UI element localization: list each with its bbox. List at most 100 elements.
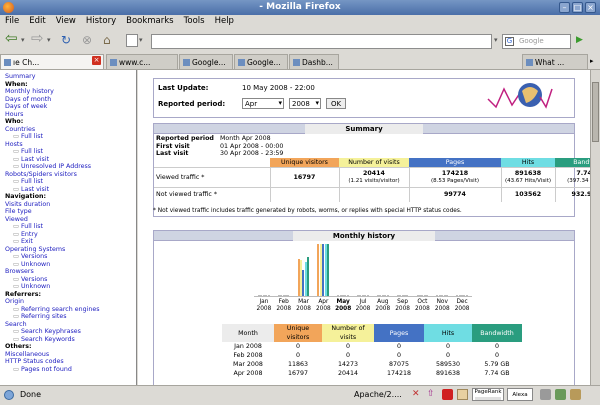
chart-month-label: Mar 2008 xyxy=(294,299,314,313)
month-select[interactable]: Apr ▾ xyxy=(242,98,284,109)
tab-label: Dashb... xyxy=(302,58,333,67)
menu-history[interactable]: History xyxy=(81,15,121,27)
url-dropdown-icon[interactable]: ▾ xyxy=(494,33,498,47)
sidebar-link[interactable]: Hours xyxy=(5,111,136,119)
sidebar-link[interactable]: ▭ Full list xyxy=(5,148,136,156)
sidebar-link[interactable]: ▭ Search Keywords xyxy=(5,336,136,344)
sidebar-link[interactable]: ▭ Search Keyphrases xyxy=(5,328,136,336)
sidebar-link[interactable]: ▭ Referring search engines xyxy=(5,306,136,314)
tab-3[interactable]: Google... xyxy=(179,54,233,69)
sidebar-link[interactable]: ▭ Last visit xyxy=(5,156,136,164)
chart-month-label: Oct 2008 xyxy=(413,299,433,313)
status-addon-icon-3[interactable] xyxy=(570,389,581,400)
sidebar-link[interactable]: ▭ Exit xyxy=(5,238,136,246)
sidebar-link[interactable]: Browsers xyxy=(5,268,136,276)
sidebar-link[interactable]: ▭ Unknown xyxy=(5,283,136,291)
sidebar-link[interactable]: Days of month xyxy=(5,96,136,104)
sidebar-link[interactable]: ▭ Entry xyxy=(5,231,136,239)
summary-period-row: First visit 01 Apr 2008 - 00:00 xyxy=(156,143,574,151)
menu-bookmarks[interactable]: Bookmarks xyxy=(121,15,179,27)
tab-close-icon[interactable]: × xyxy=(92,56,101,65)
home-icon[interactable]: ⌂ xyxy=(103,33,111,47)
sidebar-link[interactable]: ▭ Referring sites xyxy=(5,313,136,321)
vertical-scrollbar[interactable] xyxy=(590,70,600,385)
menu-view[interactable]: View xyxy=(51,15,81,27)
sidebar-text: Robots/Spiders visitors xyxy=(5,170,77,178)
menu-file[interactable]: File xyxy=(0,15,24,27)
forward-dropdown-icon[interactable]: ▾ xyxy=(47,33,51,47)
bookmark-page-icon[interactable] xyxy=(126,34,138,47)
sidebar-link[interactable]: ▭ Unresolved IP Address xyxy=(5,163,136,171)
sidebar-link[interactable]: Operating Systems xyxy=(5,246,136,254)
sidebar-link[interactable]: ▭ Last visit xyxy=(5,186,136,194)
subitem-icon: ▭ xyxy=(13,365,21,373)
tab-scroll-right-icon[interactable]: ▸ xyxy=(590,57,594,65)
sidebar-link[interactable]: ▭ Versions xyxy=(5,276,136,284)
tab-6[interactable]: What ... xyxy=(522,54,588,69)
url-input[interactable] xyxy=(151,34,492,49)
pagerank-bar xyxy=(475,397,501,400)
bookmark-dropdown-icon[interactable]: ▾ xyxy=(139,33,143,47)
sidebar-text: Hosts xyxy=(5,140,23,148)
close-icon[interactable]: × xyxy=(585,2,596,13)
sidebar-text: Last visit xyxy=(20,155,50,163)
tab-5[interactable]: Dashb... xyxy=(289,54,339,69)
status-tag-icon[interactable] xyxy=(457,389,468,400)
sidebar-link[interactable]: Days of week xyxy=(5,103,136,111)
maximize-icon[interactable]: □ xyxy=(572,2,583,13)
scrollbar-thumb[interactable] xyxy=(592,82,599,142)
sidebar-link[interactable]: Viewed xyxy=(5,216,136,224)
sidebar-text: Days of month xyxy=(5,95,52,103)
status-addon-icon-1[interactable] xyxy=(540,389,551,400)
sidebar-link[interactable]: File type xyxy=(5,208,136,216)
reload-icon[interactable]: ↻ xyxy=(61,33,71,47)
month-year: 2008 xyxy=(395,306,410,312)
chart-month-group xyxy=(436,243,452,296)
sidebar-link[interactable]: ▭ Full list xyxy=(5,223,136,231)
sidebar-link[interactable]: Hosts xyxy=(5,141,136,149)
table-cell: 0 xyxy=(445,342,450,350)
sidebar-link[interactable]: Robots/Spiders visitors xyxy=(5,171,136,179)
status-x-icon[interactable]: ✕ xyxy=(412,389,423,400)
status-addon-icon-2[interactable] xyxy=(555,389,566,400)
back-dropdown-icon[interactable]: ▾ xyxy=(21,33,25,47)
menu-help[interactable]: Help xyxy=(210,15,239,27)
menu-edit[interactable]: Edit xyxy=(24,15,50,27)
minimize-icon[interactable]: – xyxy=(559,2,570,13)
tab-4[interactable]: Google... xyxy=(234,54,288,69)
forward-arrow-icon[interactable]: ⇨ xyxy=(31,31,44,46)
table-cell: 87075 xyxy=(388,360,410,368)
sidebar-link[interactable]: ▭ Full list xyxy=(5,178,136,186)
sidebar-link[interactable]: ▭ Unknown xyxy=(5,261,136,269)
sidebar-link[interactable]: Summary xyxy=(5,73,136,81)
subitem-icon: ▭ xyxy=(13,148,21,155)
subitem-icon: ▭ xyxy=(13,313,21,320)
sidebar-link[interactable]: Origin xyxy=(5,298,136,306)
year-select[interactable]: 2008 ▾ xyxy=(289,98,321,109)
chart-month-label: Jul 2008 xyxy=(353,299,373,313)
status-stop-icon[interactable] xyxy=(442,389,453,400)
back-arrow-icon[interactable]: ⇦ xyxy=(5,31,18,46)
month-year: 2008 xyxy=(434,306,450,312)
tab-1[interactable]: ıe Ch... xyxy=(0,54,104,69)
sidebar-link[interactable]: Visits duration xyxy=(5,201,136,209)
sidebar-link[interactable]: ▭ Versions xyxy=(5,253,136,261)
sidebar-link[interactable]: ▭ Full list xyxy=(5,133,136,141)
sidebar-link[interactable]: ▭ Pages not found xyxy=(5,366,136,374)
sidebar-link[interactable]: Countries xyxy=(5,126,136,134)
sidebar-link[interactable]: Search xyxy=(5,321,136,329)
status-up-icon[interactable]: ⇧ xyxy=(427,389,438,400)
tab-2[interactable]: www.c... xyxy=(106,54,178,69)
stop-icon[interactable]: ⊗ xyxy=(82,33,92,47)
search-input[interactable]: G Google xyxy=(502,34,571,49)
search-go-icon[interactable]: ▶ xyxy=(576,33,583,47)
sidebar-link[interactable]: HTTP Status codes xyxy=(5,358,136,366)
sidebar-link[interactable]: Miscellaneous xyxy=(5,351,136,359)
menu-tools[interactable]: Tools xyxy=(179,15,210,27)
sidebar-text: Versions xyxy=(20,275,48,283)
sidebar-link[interactable]: Monthly history xyxy=(5,88,136,96)
search-placeholder: Google xyxy=(519,37,544,45)
google-engine-icon[interactable]: G xyxy=(505,37,514,46)
ok-button[interactable]: OK xyxy=(326,98,346,109)
sidebar-text: Navigation: xyxy=(5,193,47,200)
